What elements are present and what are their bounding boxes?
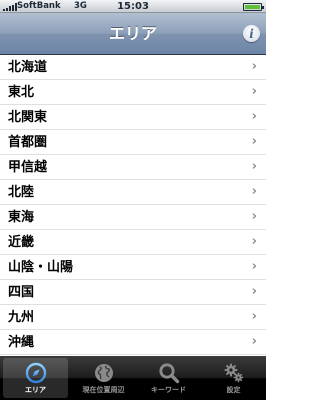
chevron-right-icon: ›: [251, 184, 257, 199]
chevron-right-icon: ›: [251, 309, 257, 324]
globe-icon: [94, 364, 113, 382]
list-item[interactable]: 近畿 ›: [0, 230, 266, 255]
list-item[interactable]: 山陰・山陽 ›: [0, 255, 266, 280]
list-item-label: 東海: [8, 210, 35, 225]
tab-keyword[interactable]: キーワード: [136, 356, 201, 400]
list-item[interactable]: 甲信越 ›: [0, 155, 266, 180]
tab-label: 現在位置周辺: [82, 386, 125, 394]
list-item[interactable]: 東北 ›: [0, 80, 266, 105]
app-screen: SoftBank 3G 15:03 エリア i 北海道 › 東北 › 北関東 ›…: [0, 0, 266, 400]
chevron-right-icon: ›: [251, 84, 257, 99]
tab-settings[interactable]: 設定: [201, 356, 266, 400]
chevron-right-icon: ›: [251, 334, 257, 349]
list-item[interactable]: 北海道 ›: [0, 55, 266, 80]
status-bar: SoftBank 3G 15:03: [0, 0, 266, 13]
list-item-label: 北関東: [8, 110, 48, 125]
search-icon: [158, 363, 179, 384]
chevron-right-icon: ›: [251, 259, 257, 274]
list-item[interactable]: 首都圏 ›: [0, 130, 266, 155]
gear-icon: [224, 363, 243, 383]
list-item-label: 近畿: [8, 235, 35, 250]
chevron-right-icon: ›: [251, 109, 257, 124]
list-item-label: 北海道: [8, 60, 48, 75]
list-item[interactable]: 北陸 ›: [0, 180, 266, 205]
chevron-right-icon: ›: [251, 209, 257, 224]
list-item-label: 山陰・山陽: [8, 260, 74, 275]
chevron-right-icon: ›: [251, 234, 257, 249]
tab-area[interactable]: エリア: [3, 358, 68, 398]
list-item[interactable]: 四国 ›: [0, 280, 266, 305]
tab-bar: エリア 現在位置周辺 キーワード 設定: [0, 356, 266, 400]
navigation-bar: エリア i: [0, 13, 266, 55]
list-item[interactable]: 北関東 ›: [0, 105, 266, 130]
page-title: エリア: [108, 24, 157, 43]
chevron-right-icon: ›: [251, 284, 257, 299]
list-item-label: 首都圏: [8, 135, 48, 150]
chevron-right-icon: ›: [251, 134, 257, 149]
list-item-label: 北陸: [8, 185, 35, 200]
list-item[interactable]: 沖縄 ›: [0, 330, 266, 355]
list-item-label: 九州: [8, 310, 35, 325]
chevron-right-icon: ›: [251, 159, 257, 174]
list-item[interactable]: 東海 ›: [0, 205, 266, 230]
info-button[interactable]: i: [243, 25, 260, 42]
chevron-right-icon: ›: [251, 59, 257, 74]
list-item-label: 沖縄: [8, 335, 35, 350]
list-item[interactable]: 九州 ›: [0, 305, 266, 330]
area-list: 北海道 › 東北 › 北関東 › 首都圏 › 甲信越 › 北陸 › 東海 › 近…: [0, 55, 266, 356]
list-item-label: 東北: [8, 85, 35, 100]
compass-icon: [25, 362, 46, 384]
status-time: 15:03: [117, 1, 149, 12]
tab-label: キーワード: [151, 386, 186, 394]
tab-label: 設定: [226, 386, 241, 394]
list-item-label: 四国: [8, 285, 35, 300]
list-item-label: 甲信越: [8, 160, 48, 175]
tab-nearby[interactable]: 現在位置周辺: [71, 356, 136, 400]
tab-label: エリア: [25, 386, 46, 394]
battery-icon: [243, 3, 264, 11]
info-icon: i: [249, 26, 254, 41]
